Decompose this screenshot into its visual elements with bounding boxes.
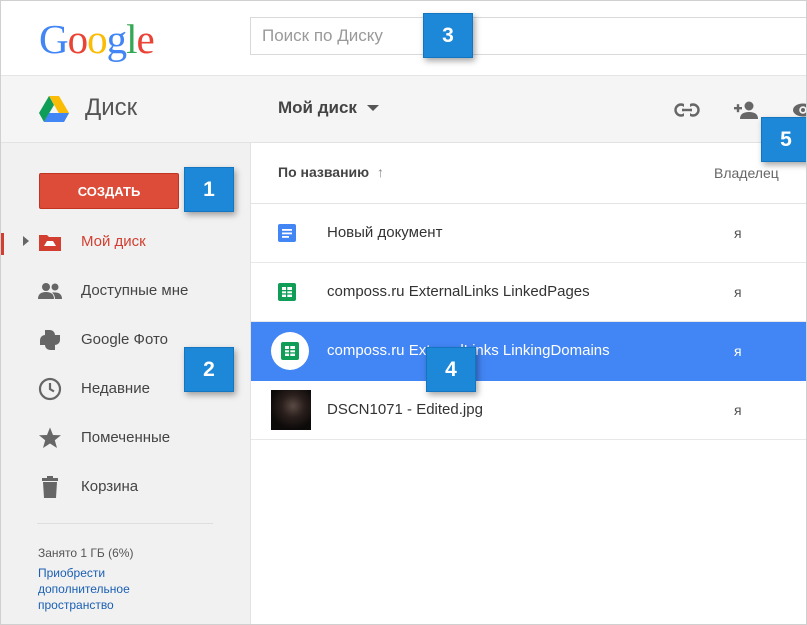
my-drive-icon — [37, 229, 63, 255]
logo-letter: G — [39, 16, 69, 62]
photos-pinwheel-icon — [37, 327, 63, 353]
storage-usage: Занято 1 ГБ (6%) — [38, 546, 134, 560]
add-person-icon[interactable] — [732, 96, 760, 124]
sidebar-item-trash[interactable]: Корзина — [1, 462, 250, 511]
file-owner: я — [734, 225, 742, 241]
sort-by-name-header[interactable]: По названию ↑ — [278, 164, 384, 180]
logo-letter: o — [87, 16, 107, 62]
clock-icon — [37, 376, 63, 402]
callout-badge: 2 — [184, 347, 234, 392]
sort-arrow-icon: ↑ — [377, 164, 384, 180]
trash-icon — [37, 474, 63, 500]
sidebar-item-label: Недавние — [81, 380, 150, 397]
logo-letter: o — [67, 16, 88, 62]
file-row[interactable]: Новый документ я — [251, 204, 806, 263]
drive-header: Диск Мой диск — [1, 76, 806, 143]
sidebar-item-label: Мой диск — [81, 233, 146, 250]
file-row[interactable]: composs.ru ExternalLinks LinkedPages я — [251, 263, 806, 322]
search-box[interactable] — [250, 17, 806, 55]
drive-window: Google Диск Мой диск — [0, 0, 807, 625]
file-name: composs.ru ExternalLinks LinkedPages — [327, 283, 590, 300]
top-bar: Google — [1, 1, 806, 76]
logo-letter: g — [106, 16, 127, 62]
logo-letter: l — [126, 16, 137, 62]
sidebar-divider — [37, 523, 213, 524]
drive-logo-icon — [39, 96, 69, 127]
google-doc-icon — [275, 221, 299, 245]
expand-arrow-icon[interactable] — [23, 236, 29, 246]
owner-column-header[interactable]: Владелец — [714, 165, 779, 181]
callout-badge: 1 — [184, 167, 234, 212]
active-indicator — [1, 233, 4, 255]
search-input[interactable] — [251, 18, 806, 54]
file-list: По названию ↑ Владелец Новый документ я — [251, 143, 806, 624]
location-menu[interactable]: Мой диск — [278, 98, 379, 118]
file-owner: я — [734, 343, 742, 359]
file-name: DSCN1071 - Edited.jpg — [327, 401, 483, 418]
star-icon — [37, 425, 63, 451]
file-owner: я — [734, 284, 742, 300]
link-icon[interactable] — [673, 96, 701, 124]
file-row[interactable]: DSCN1071 - Edited.jpg я — [251, 381, 806, 440]
chevron-down-icon — [366, 105, 379, 111]
callout-badge: 5 — [761, 117, 806, 162]
sidebar-item-label: Google Фото — [81, 331, 168, 348]
sidebar-item-starred[interactable]: Помеченные — [1, 413, 250, 462]
sidebar-item-label: Помеченные — [81, 429, 171, 446]
callout-badge: 3 — [423, 13, 473, 58]
create-button[interactable]: СОЗДАТЬ — [39, 173, 179, 209]
name-column-label: По названию — [278, 164, 370, 180]
file-row-selected[interactable]: composs.ru ExternalLinks LinkingDomains … — [251, 322, 806, 381]
google-logo[interactable]: Google — [39, 15, 155, 63]
app-title: Диск — [85, 94, 138, 121]
location-menu-label: Мой диск — [278, 98, 357, 117]
sidebar-item-my-drive[interactable]: Мой диск — [1, 217, 250, 266]
sidebar-item-shared[interactable]: Доступные мне — [1, 266, 250, 315]
file-owner: я — [734, 402, 742, 418]
logo-letter: e — [136, 16, 155, 62]
file-name: Новый документ — [327, 224, 443, 241]
google-sheet-icon — [271, 332, 309, 370]
image-thumbnail — [271, 390, 311, 430]
file-list-header: По названию ↑ Владелец — [251, 143, 806, 204]
callout-badge: 4 — [426, 347, 476, 392]
sidebar-item-label: Корзина — [81, 478, 139, 495]
shared-people-icon — [37, 278, 63, 304]
sidebar-item-label: Доступные мне — [81, 282, 189, 299]
buy-storage-link[interactable]: Приобрести дополнительное пространство — [38, 565, 178, 613]
google-sheet-icon — [275, 280, 299, 304]
